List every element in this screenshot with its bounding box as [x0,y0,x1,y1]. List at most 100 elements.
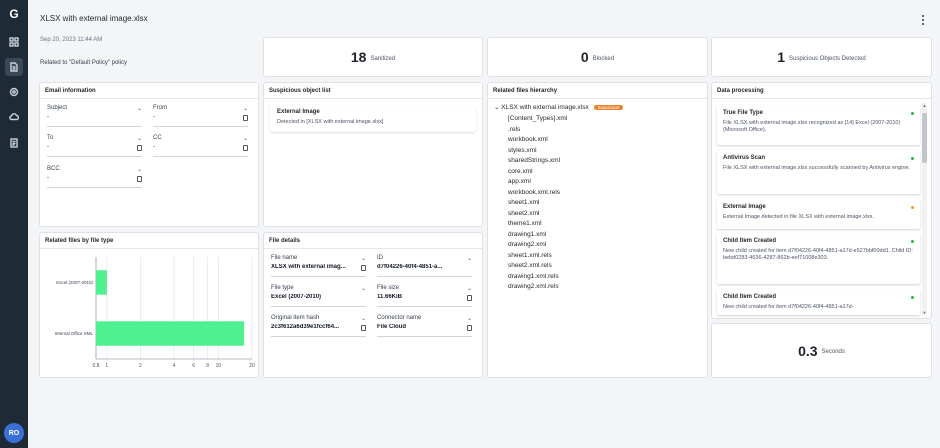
processing-scrollbar[interactable]: ▲ ▼ [922,103,927,315]
copy-icon[interactable] [361,265,366,271]
data-processing-card: Data processing True File Type File XLSX … [711,82,932,319]
side-nav: G RO [0,0,28,448]
suspicious-object-item[interactable]: External Image Detected in [XLSX with ex… [270,105,476,132]
file-type-chart-card: Related files by file type 0.8 1 2 4 6 8 10 20 E… [39,232,259,378]
copy-icon[interactable] [137,176,142,182]
status-dot-icon [911,206,914,209]
copy-icon[interactable] [137,145,142,151]
bcc-field[interactable]: BCC - ⌄ [47,166,142,188]
data-processing-title: Data processing [717,88,764,94]
tree-file-item[interactable]: app.xml [508,178,531,185]
tree-file-item[interactable]: styles.xml [508,147,537,154]
tree-file-item[interactable]: workbook.xml [508,136,548,143]
chevron-down-icon[interactable]: ⌄ [243,135,248,142]
email-info-title: Email information [45,88,96,94]
policy-icon[interactable] [5,83,23,101]
step-detail: File XLSX with external image.xlsx recog… [723,120,901,134]
connector-field[interactable]: Connector name File Cloud ⌄ [377,315,472,337]
chevron-down-icon[interactable]: ⌄ [467,285,472,292]
file-type-chart: 0.8 1 2 4 6 8 10 20 Excel (2007-2010) Internal Of… [55,257,255,369]
expand-icon[interactable]: ⌄ [494,104,499,111]
tree-file-item[interactable]: drawing1.xml.rels [508,273,559,280]
suspicious-label: Suspicious Objects Detected [789,55,866,62]
copy-icon[interactable] [467,295,472,301]
x-tick-label: 0.8 [93,363,100,369]
tree-file-item[interactable]: sheet1.xml [508,199,539,206]
tree-file-item[interactable]: workbook.xml.rels [508,189,560,196]
status-dot-icon [911,240,914,243]
tree-root[interactable]: ⌄ XLSX with external image.xlsx Suspicio… [494,103,624,111]
processing-step: Child Item Created New child created for … [717,233,920,284]
category-label: Excel (2007-2010) [56,280,93,285]
hierarchy-card: Related files hierarchy ⌄ XLSX with exte… [487,82,708,378]
hierarchy-title: Related files hierarchy [493,88,558,94]
copy-icon[interactable] [243,115,248,121]
x-tick-label: 1 [105,363,108,369]
id-field[interactable]: ID d7f04226-40f4-4851-a... ⌄ [377,255,472,277]
chevron-down-icon[interactable]: ⌄ [361,315,366,322]
x-tick-label: 6 [192,363,195,369]
chevron-down-icon[interactable]: ⌄ [137,166,142,173]
file-type-field[interactable]: File type Excel (2007-2010) ⌄ [271,285,366,307]
page-title: XLSX with external image.xlsx [40,14,148,23]
step-detail: New child created for item d7f04226-40f4… [723,304,854,310]
chevron-down-icon[interactable]: ⌄ [361,255,366,262]
tree-file-item[interactable]: sheet2.xml [508,210,539,217]
chevron-down-icon[interactable]: ⌄ [137,105,142,112]
more-options-icon[interactable] [920,15,926,25]
copy-icon[interactable] [467,325,472,331]
blocked-label: Blocked [592,55,615,62]
cc-field[interactable]: CC - ⌄ [153,135,248,157]
tree-file-item[interactable]: sheet2.xml.rels [508,262,552,269]
chevron-down-icon[interactable]: ⌄ [137,135,142,142]
dashboard-icon[interactable] [5,33,23,51]
suspicious-list-card: Suspicious object list External Image De… [263,82,483,227]
copy-icon[interactable] [243,145,248,151]
user-avatar[interactable]: RO [4,423,24,443]
file-details-title: File details [269,238,301,244]
file-details-card: File details File name XLSX with externa… [263,232,483,378]
scan-date: Sep 20, 2023 11:44 AM [40,37,103,43]
tree-file-item[interactable]: [Content_Types].xml [508,115,567,122]
to-field[interactable]: To - ⌄ [47,135,142,157]
tree-file-item[interactable]: sharedStrings.xml [508,157,560,164]
blocked-count: 0 [580,49,589,65]
report-icon[interactable] [5,134,23,152]
copy-icon[interactable] [361,325,366,331]
processing-step: External Image External Image detected in… [717,199,920,229]
document-icon[interactable] [5,58,23,76]
hash-field[interactable]: Original item hash 2c3f612a6d39e1fccf64.… [271,315,366,337]
tree-file-item[interactable]: drawing1.xml [508,231,546,238]
tree-file-item[interactable]: drawing2.xml.rels [508,283,559,290]
processing-time-stat: 0.3 Seconds [711,323,932,378]
step-title: Child Item Created [723,294,777,300]
tree-file-item[interactable]: drawing2.xml [508,241,546,248]
suspicious-badge: Suspicious [593,104,624,110]
file-name-field[interactable]: File name XLSX with external imag... ⌄ [271,255,366,277]
app-logo[interactable]: G [7,7,21,21]
cloud-icon[interactable] [5,108,23,126]
x-tick-label: 2 [139,363,142,369]
processing-step: Child Item Created New child created for … [717,289,920,315]
email-info-card: Email information Subject - ⌄ From - ⌄ T… [39,82,259,227]
tree-file-item[interactable]: sheet1.xml.rels [508,252,552,259]
category-label: Internal Office XML [55,331,94,336]
from-field[interactable]: From - ⌄ [153,105,248,127]
tree-file-item[interactable]: theme1.xml [508,220,542,227]
subject-field[interactable]: Subject - ⌄ [47,105,142,127]
chevron-down-icon[interactable]: ⌄ [467,255,472,262]
file-size-field[interactable]: File size 11.66KiB ⌄ [377,285,472,307]
bar [96,321,245,346]
step-title: True File Type [723,110,763,116]
tree-file-item[interactable]: .rels [508,126,520,133]
chevron-down-icon[interactable]: ⌄ [243,105,248,112]
seconds-value: 0.3 [798,342,818,359]
sanitized-count: 18 [350,49,367,65]
chevron-down-icon[interactable]: ⌄ [361,285,366,292]
status-dot-icon [911,112,914,115]
chevron-down-icon[interactable]: ⌄ [467,315,472,322]
sanitized-stat: 18 Sanitized [263,37,483,77]
x-tick-label: 8 [206,363,209,369]
tree-file-item[interactable]: core.xml [508,168,533,175]
step-title: Antivirus Scan [723,155,766,161]
